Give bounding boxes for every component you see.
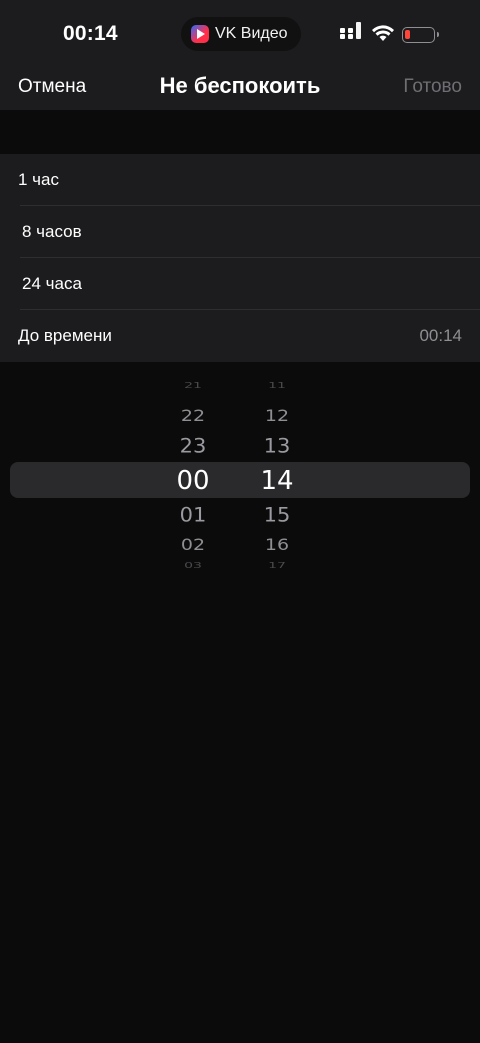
option-24-hours[interactable]: 24 часа bbox=[0, 258, 480, 310]
minute-option[interactable]: 15 bbox=[237, 504, 317, 527]
signal-icon bbox=[340, 22, 362, 44]
option-label: До времени bbox=[18, 326, 112, 345]
hour-selected[interactable]: 00 bbox=[153, 466, 233, 496]
nav-bar: Отмена Не беспокоить Готово bbox=[0, 62, 480, 110]
vk-video-app-icon bbox=[191, 25, 209, 43]
hour-option[interactable]: 21 bbox=[153, 382, 233, 391]
hour-wheel[interactable]: 21 22 23 00 01 02 03 bbox=[153, 370, 233, 580]
option-label: 1 час bbox=[18, 170, 59, 189]
minute-option[interactable]: 11 bbox=[237, 382, 317, 391]
option-1-hour[interactable]: 1 час bbox=[0, 154, 480, 206]
battery-icon bbox=[402, 27, 439, 43]
minute-selected[interactable]: 14 bbox=[237, 466, 317, 496]
minute-option[interactable]: 16 bbox=[237, 536, 317, 555]
option-8-hours[interactable]: 8 часов bbox=[0, 206, 480, 258]
time-picker[interactable]: 21 22 23 00 01 02 03 11 12 13 14 15 16 17 bbox=[0, 370, 480, 580]
minute-option[interactable]: 17 bbox=[237, 562, 317, 571]
dynamic-island-app-pill[interactable]: VK Видео bbox=[181, 17, 301, 51]
wifi-icon bbox=[372, 25, 394, 41]
option-label: 8 часов bbox=[22, 222, 82, 241]
option-label: 24 часа bbox=[22, 274, 82, 293]
hour-option[interactable]: 03 bbox=[153, 562, 233, 571]
app-name: VK Видео bbox=[215, 25, 288, 42]
minute-option[interactable]: 12 bbox=[237, 407, 317, 426]
hour-option[interactable]: 02 bbox=[153, 536, 233, 555]
status-time: 00:14 bbox=[63, 22, 118, 45]
hour-option[interactable]: 23 bbox=[153, 435, 233, 458]
status-bar: 00:14 VK Видео bbox=[0, 0, 480, 62]
hour-option[interactable]: 22 bbox=[153, 407, 233, 426]
option-until-time[interactable]: До времени 00:14 bbox=[0, 310, 480, 362]
hour-option[interactable]: 01 bbox=[153, 504, 233, 527]
minute-wheel[interactable]: 11 12 13 14 15 16 17 bbox=[237, 370, 317, 580]
minute-option[interactable]: 13 bbox=[237, 435, 317, 458]
option-time-value: 00:14 bbox=[419, 326, 462, 345]
duration-options-list: 1 час 8 часов 24 часа До времени 00:14 bbox=[0, 154, 480, 362]
done-button[interactable]: Готово bbox=[403, 76, 462, 98]
